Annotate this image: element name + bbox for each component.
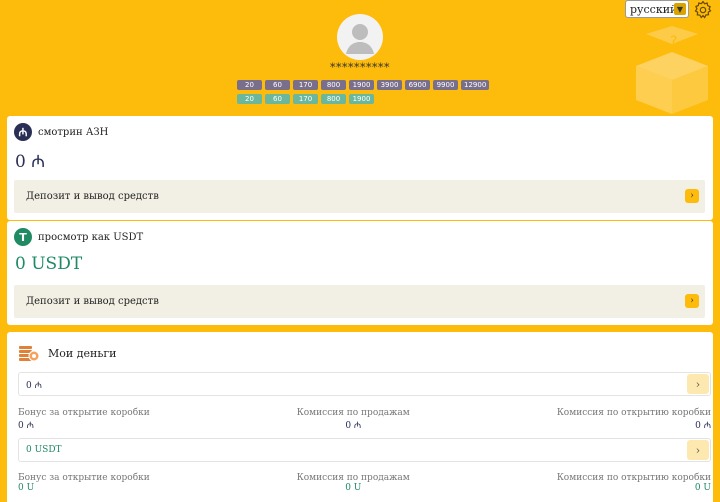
gear-icon[interactable] xyxy=(693,0,713,20)
usdt-wallet-card: T просмотр как USDT 0 USDT Депозит и выв… xyxy=(7,221,713,325)
avatar[interactable] xyxy=(337,14,383,60)
mystery-box-icon: ? xyxy=(636,26,708,114)
chevron-right-icon: › xyxy=(685,294,699,308)
language-select[interactable]: русский ▼ xyxy=(625,0,689,18)
level-chip[interactable]: 3900 xyxy=(377,80,402,90)
level-chips-green: 20 60 170 800 1900 xyxy=(237,94,374,104)
usdt-money-row[interactable]: 0 USDT › xyxy=(18,438,711,462)
level-chip[interactable]: 12900 xyxy=(461,80,490,90)
user-icon xyxy=(346,24,374,54)
usdt-balance: 0 USDT xyxy=(15,254,83,274)
svg-text:?: ? xyxy=(670,34,677,50)
stat-label: Комиссия по открытию коробки xyxy=(556,408,711,418)
language-value: русский xyxy=(630,2,678,16)
level-chip[interactable]: 60 xyxy=(265,94,290,104)
chevron-right-icon[interactable]: › xyxy=(687,374,709,394)
level-chip[interactable]: 60 xyxy=(265,80,290,90)
my-money-title: Мои деньги xyxy=(48,346,117,360)
stat-label: Комиссия по продажам xyxy=(296,473,410,483)
stat-label: Бонус за открытие коробки xyxy=(18,408,150,418)
azn-balance: 0 ₼ xyxy=(15,152,45,172)
level-chip[interactable]: 20 xyxy=(237,80,262,90)
stat-label: Комиссия по открытию коробки xyxy=(556,473,711,483)
deposit-label: Депозит и вывод средств xyxy=(26,296,159,307)
deposit-label: Депозит и вывод средств xyxy=(26,191,159,202)
stat-label: Бонус за открытие коробки xyxy=(18,473,150,483)
level-chip[interactable]: 800 xyxy=(321,94,346,104)
azn-wallet-header: ₼ смотрин АЗН xyxy=(14,123,108,141)
stat-value: 0 ₼ xyxy=(345,421,362,431)
my-money-card: Мои деньги 0 ₼ › Бонус за открытие короб… xyxy=(7,332,713,502)
level-chip[interactable]: 1900 xyxy=(349,94,374,104)
usdt-wallet-header: T просмотр как USDT xyxy=(14,228,143,246)
azn-stats: Бонус за открытие коробки 0 ₼ Комиссия п… xyxy=(18,408,711,431)
usdt-stats: Бонус за открытие коробки 0 U Комиссия п… xyxy=(18,473,711,493)
level-chip[interactable]: 6900 xyxy=(405,80,430,90)
stat-value: 0 ₼ xyxy=(18,421,34,431)
azn-money-row[interactable]: 0 ₼ › xyxy=(18,372,711,396)
level-chip[interactable]: 170 xyxy=(293,80,318,90)
stat-value: 0 U xyxy=(345,483,362,493)
level-chip[interactable]: 20 xyxy=(237,94,262,104)
level-chips-purple: 20 60 170 800 1900 3900 6900 9900 12900 xyxy=(237,80,490,90)
usdt-money-value: 0 USDT xyxy=(26,445,62,455)
stat-value: 0 U xyxy=(18,483,35,493)
manat-icon: ₼ xyxy=(14,123,32,141)
level-chip[interactable]: 9900 xyxy=(433,80,458,90)
chevron-down-icon: ▼ xyxy=(674,3,686,15)
level-chip[interactable]: 170 xyxy=(293,94,318,104)
azn-wallet-title: смотрин АЗН xyxy=(38,126,109,138)
my-money-header: Мои деньги xyxy=(18,343,116,363)
stat-label: Комиссия по продажам xyxy=(296,408,410,418)
usdt-deposit-withdraw-button[interactable]: Депозит и вывод средств › xyxy=(14,285,705,318)
tether-icon: T xyxy=(14,228,32,246)
level-chip[interactable]: 1900 xyxy=(349,80,374,90)
chevron-right-icon[interactable]: › xyxy=(687,440,709,460)
level-chip[interactable]: 800 xyxy=(321,80,346,90)
azn-deposit-withdraw-button[interactable]: Депозит и вывод средств › xyxy=(14,180,705,213)
usdt-wallet-title: просмотр как USDT xyxy=(38,231,144,243)
stat-value: 0 ₼ xyxy=(695,421,711,431)
azn-wallet-card: ₼ смотрин АЗН 0 ₼ Депозит и вывод средст… xyxy=(7,116,713,220)
stat-value: 0 U xyxy=(694,483,711,493)
coins-icon xyxy=(19,346,40,362)
azn-money-value: 0 ₼ xyxy=(26,380,42,391)
username: ********** xyxy=(330,61,390,74)
chevron-right-icon: › xyxy=(685,189,699,203)
